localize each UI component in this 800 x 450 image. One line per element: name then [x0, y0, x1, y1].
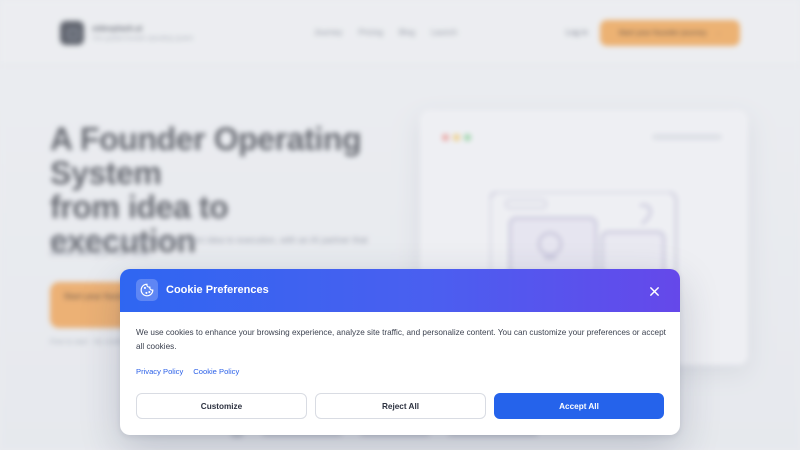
close-icon [649, 286, 659, 296]
dialog-header: Cookie Preferences [120, 269, 680, 312]
cookie-preferences-dialog: Cookie Preferences We use cookies to enh… [120, 269, 680, 435]
reject-all-button[interactable]: Reject All [315, 393, 486, 419]
cookie-icon [136, 279, 158, 301]
cookie-policy-link[interactable]: Cookie Policy [193, 367, 239, 376]
accept-all-button[interactable]: Accept All [494, 393, 664, 419]
dialog-title: Cookie Preferences [166, 284, 269, 296]
cookie-message: We use cookies to enhance your browsing … [136, 328, 666, 351]
privacy-policy-link[interactable]: Privacy Policy [136, 367, 183, 376]
customize-button[interactable]: Customize [136, 393, 307, 419]
close-button[interactable] [644, 281, 664, 301]
policy-links: Privacy Policy Cookie Policy [136, 367, 239, 376]
